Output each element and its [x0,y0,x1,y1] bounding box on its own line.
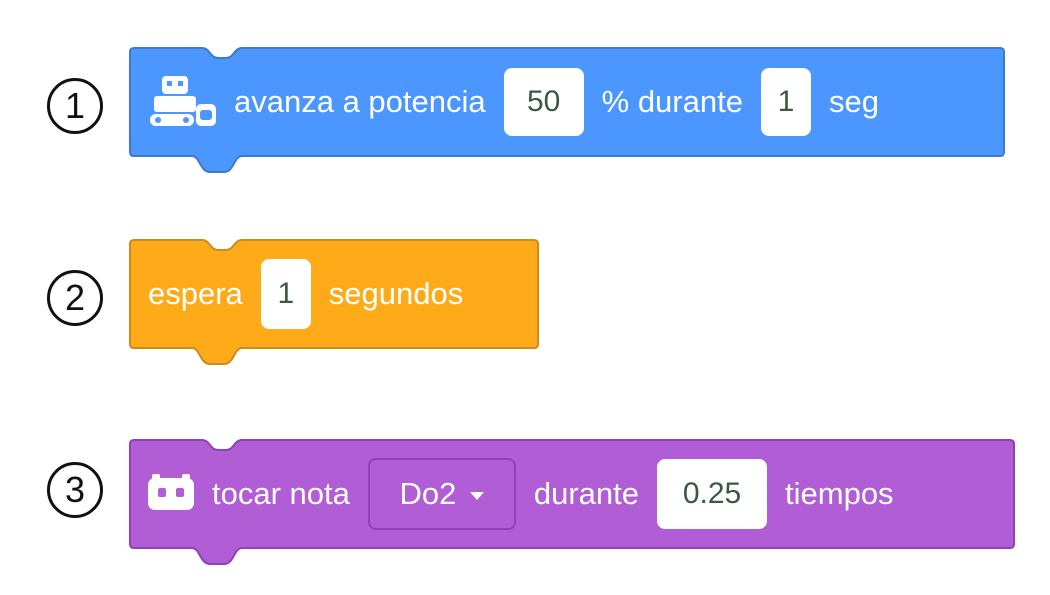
sound-play-note-block[interactable]: tocar nota Do2 durante 0.25 tiempos [129,439,1015,566]
seconds-input[interactable]: 1 [260,259,311,329]
step-number-3: 3 [47,462,103,518]
block-label-middle: % durante [601,84,743,119]
note-dropdown[interactable]: Do2 [367,458,516,530]
motion-forward-block[interactable]: avanza a potencia 50 % durante 1 seg [129,47,1005,174]
robot-face-icon [146,474,196,514]
block-label-after: segundos [328,276,464,311]
duration-input[interactable]: 1 [760,68,811,136]
chevron-down-icon [470,492,485,500]
power-input[interactable]: 50 [503,68,584,136]
robot-car-icon [148,74,218,130]
block-label-before: tocar nota [212,476,350,511]
block-label-middle: durante [533,476,640,511]
block-label-before: espera [148,276,243,311]
step-number-1: 1 [47,78,103,134]
block-label-after: tiempos [785,476,894,511]
beats-input[interactable]: 0.25 [657,459,768,529]
block-label-after: seg [828,84,879,119]
note-selected-value: Do2 [399,476,457,511]
step-number-2: 2 [47,270,103,326]
control-wait-block[interactable]: espera 1 segundos [129,239,539,366]
block-label-before: avanza a potencia [234,84,486,119]
